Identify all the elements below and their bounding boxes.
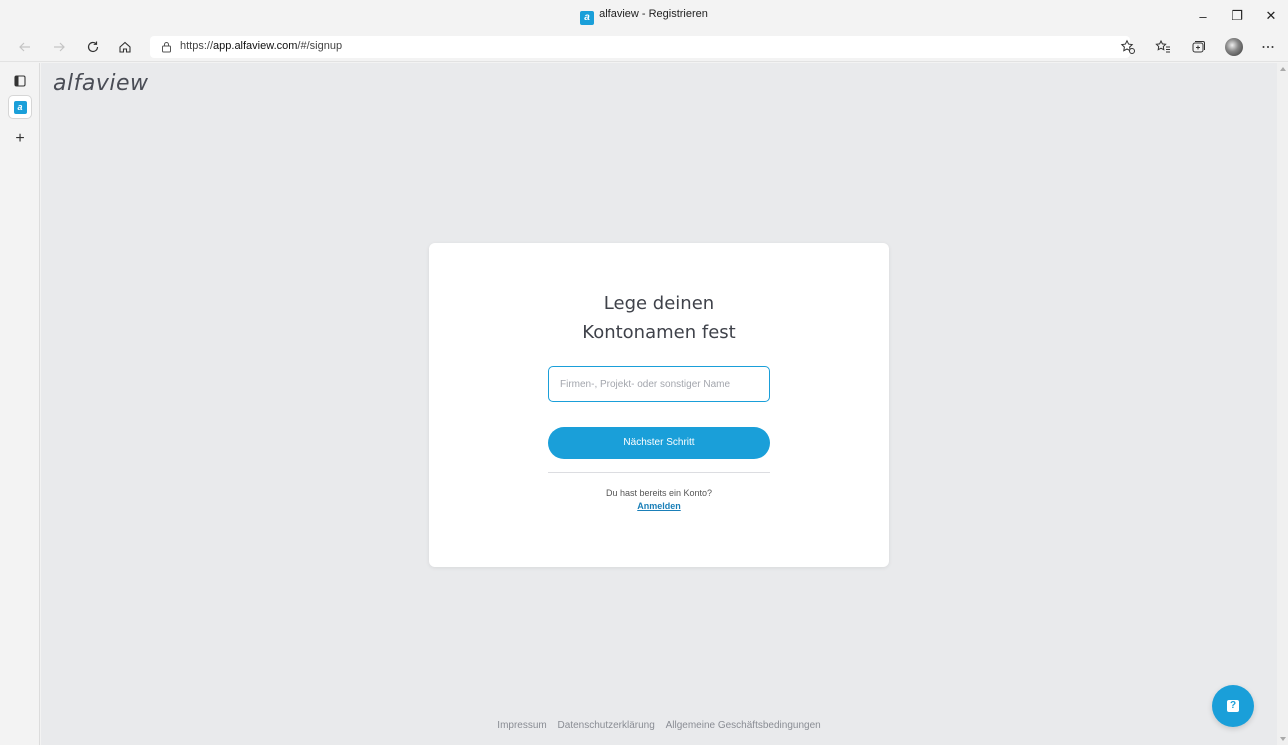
page-scrollbar[interactable] [1277, 63, 1288, 745]
footer-link-privacy[interactable]: Datenschutzerklärung [558, 720, 655, 731]
tab-alfaview[interactable]: a [9, 96, 31, 118]
restore-button[interactable]: ❐ [1220, 0, 1254, 32]
scroll-up-icon[interactable] [1280, 67, 1286, 71]
signup-card: Lege deinen Kontonamen fest Nächster Sch… [429, 243, 889, 567]
minimize-button[interactable]: – [1186, 0, 1220, 32]
back-icon[interactable] [14, 36, 36, 58]
url-domain: app.alfaview.com [213, 40, 298, 52]
alfaview-tab-favicon-icon: a [13, 100, 27, 114]
favorite-add-icon[interactable] [1117, 36, 1139, 58]
forward-icon[interactable] [48, 36, 70, 58]
home-icon[interactable] [114, 36, 136, 58]
url-text: https://app.alfaview.com/#/signup [180, 40, 342, 52]
alfaview-logo[interactable]: alfaview [53, 71, 148, 96]
divider [548, 472, 770, 473]
heading-line-2: Kontonamen fest [582, 322, 736, 343]
collections-icon[interactable] [1187, 36, 1209, 58]
new-tab-button[interactable]: + [9, 128, 31, 150]
heading-line-1: Lege deinen [603, 293, 715, 314]
address-bar[interactable]: https://app.alfaview.com/#/signup [150, 36, 1130, 58]
login-link[interactable]: Anmelden [429, 501, 889, 511]
help-button[interactable]: ? [1212, 685, 1254, 727]
more-icon[interactable] [1257, 36, 1279, 58]
close-button[interactable]: ✕ [1254, 0, 1288, 32]
next-step-button[interactable]: Nächster Schritt [548, 427, 770, 459]
vertical-tabs-sidebar: a + [0, 63, 40, 745]
footer-link-impressum[interactable]: Impressum [497, 720, 546, 731]
url-prefix: https:// [180, 40, 214, 52]
tab-actions-icon[interactable] [9, 70, 31, 92]
account-name-input[interactable] [548, 366, 770, 402]
url-path: /#/signup [297, 40, 343, 52]
refresh-icon[interactable] [82, 36, 104, 58]
lock-icon[interactable] [159, 40, 173, 54]
help-icon: ? [1227, 700, 1239, 712]
window-title: a alfaview - Registrieren [0, 8, 1288, 25]
footer-link-terms[interactable]: Allgemeine Geschäftsbedingungen [666, 720, 821, 731]
title-bar: a alfaview - Registrieren – ❐ ✕ [0, 0, 1288, 32]
page-content: alfaview Lege deinen Kontonamen fest Näc… [41, 63, 1277, 745]
window-controls: – ❐ ✕ [1186, 0, 1288, 32]
profile-avatar[interactable] [1225, 38, 1243, 56]
alfaview-favicon-icon: a [580, 11, 595, 25]
page-title: Lege deinen Kontonamen fest [429, 289, 889, 347]
existing-account-hint: Du hast bereits ein Konto? [605, 488, 713, 498]
favorites-icon[interactable] [1152, 36, 1174, 58]
scroll-down-icon[interactable] [1280, 737, 1286, 741]
footer-links: Impressum Datenschutzerklärung Allgemein… [41, 720, 1277, 731]
navigation-bar: https://app.alfaview.com/#/signup [0, 32, 1288, 62]
window-title-text: alfaview - Registrieren [599, 8, 708, 20]
